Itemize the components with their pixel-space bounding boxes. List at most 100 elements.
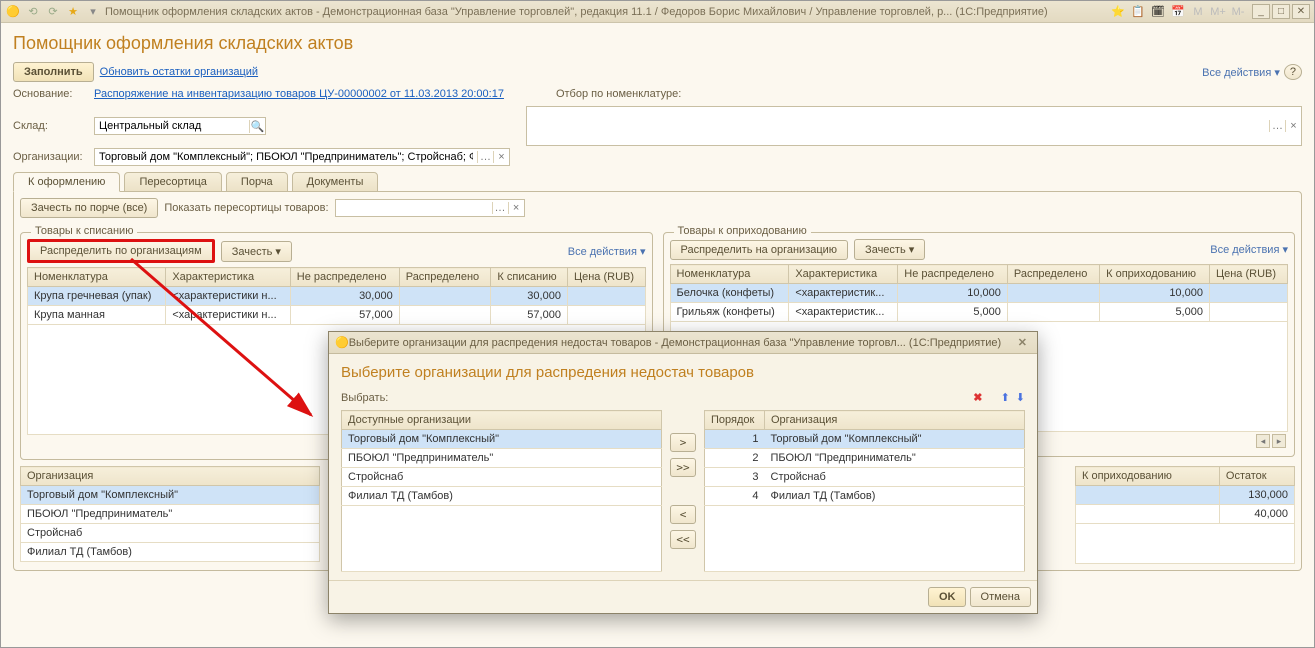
choose-label: Выбрать: (341, 392, 388, 404)
table-row[interactable]: Крупа гречневая (упак)<характеристики н.… (28, 287, 646, 306)
org-picker-dialog: 🟡 Выберите организации для распредения н… (328, 331, 1038, 614)
table-row[interactable]: Грильяж (конфеты)<характеристик...5,0005… (670, 303, 1288, 322)
tab-to-process[interactable]: К оформлению (13, 172, 120, 192)
logo-icon: 🟡 (5, 4, 21, 20)
table-row[interactable]: Торговый дом "Комплексный" (21, 486, 320, 505)
table-row[interactable]: Крупа манная<характеристики н...57,00057… (28, 306, 646, 325)
orgs-more-icon[interactable]: … (477, 151, 493, 163)
remove-icon[interactable]: ✖ (973, 391, 982, 404)
scroll-left2-icon[interactable]: ◂ (1256, 434, 1270, 448)
balance-h1: К оприходованию (1076, 467, 1220, 486)
nav-fwd-icon[interactable]: ⟳ (45, 4, 61, 20)
resort-filter-input[interactable] (336, 200, 492, 216)
page-title: Помощник оформления складских актов (13, 33, 1302, 54)
scroll-right2-icon[interactable]: ▸ (1272, 434, 1286, 448)
window-titlebar: 🟡 ⟲ ⟳ ★ ▾ Помощник оформления складских … (1, 1, 1314, 23)
table-row[interactable]: Белочка (конфеты)<характеристик...10,000… (670, 284, 1288, 303)
all-actions1[interactable]: Все действия ▾ (568, 245, 646, 258)
orgs-clear-icon[interactable]: × (493, 151, 509, 163)
tab-spoil[interactable]: Порча (226, 172, 288, 192)
cancel-button[interactable]: Отмена (970, 587, 1031, 607)
balance-grid[interactable]: К оприходованию Остаток 130,00040,000 (1075, 466, 1295, 564)
resort-clear-icon[interactable]: × (508, 202, 524, 214)
tab-docs[interactable]: Документы (292, 172, 379, 192)
all-actions2[interactable]: Все действия ▾ (1210, 243, 1288, 256)
dialog-close-icon[interactable]: ✕ (1014, 336, 1031, 349)
writeoff-legend: Товары к списанию (31, 225, 137, 237)
basis-label: Основание: (13, 88, 88, 100)
table-row[interactable]: 130,000 (1076, 486, 1295, 505)
col-header: Распределено (1007, 265, 1099, 284)
org-grid[interactable]: Организация Торговый дом "Комплексный"ПБ… (20, 466, 320, 562)
zachest2-button[interactable]: Зачесть ▾ (854, 239, 925, 260)
warehouse-field[interactable] (95, 118, 249, 134)
col-header: Цена (RUB) (1209, 265, 1287, 284)
filter-label: Отбор по номенклатуре: (556, 88, 681, 100)
m1-icon[interactable]: M (1190, 4, 1206, 20)
available-header: Доступные организации (342, 411, 662, 430)
selected-grid[interactable]: Порядок Организация 1Торговый дом "Компл… (704, 410, 1025, 572)
table-row[interactable]: 40,000 (1076, 505, 1295, 524)
table-row[interactable]: Филиал ТД (Тамбов) (21, 543, 320, 562)
org-header: Организация (21, 467, 320, 486)
move-down-icon[interactable]: ⬇ (1016, 391, 1025, 404)
list-item[interactable]: 1Торговый дом "Комплексный" (705, 430, 1025, 449)
col-header: Не распределено (290, 268, 399, 287)
drop-icon[interactable]: ▾ (85, 4, 101, 20)
list-item[interactable]: Филиал ТД (Тамбов) (342, 487, 662, 506)
min-button[interactable]: _ (1252, 4, 1270, 19)
help-button[interactable]: ? (1284, 64, 1302, 80)
ok-button[interactable]: OK (928, 587, 967, 607)
dialog-logo-icon: 🟡 (335, 336, 349, 349)
move-allright-button[interactable]: >> (670, 458, 696, 477)
dialog-titlebar: Выберите организации для распредения нед… (349, 337, 1014, 349)
tool2-icon[interactable]: 🗓 (1150, 4, 1166, 20)
m3-icon[interactable]: M- (1230, 4, 1246, 20)
table-row[interactable]: ПБОЮЛ "Предприниматель" (21, 505, 320, 524)
move-right-button[interactable]: > (670, 433, 696, 452)
list-item[interactable]: 3Стройснаб (705, 468, 1025, 487)
max-button[interactable]: □ (1272, 4, 1290, 19)
fav-icon[interactable]: ⭐ (1110, 4, 1126, 20)
filter-textarea[interactable] (527, 114, 1269, 138)
move-up-icon[interactable]: ⬆ (1001, 391, 1010, 404)
tab-strip: К оформлению Пересортица Порча Документы (13, 172, 1302, 191)
table-row[interactable]: Стройснаб (21, 524, 320, 543)
basis-link[interactable]: Распоряжение на инвентаризацию товаров Ц… (94, 88, 504, 100)
col-header: Характеристика (789, 265, 898, 284)
distribute-org-button[interactable]: Распределить на организацию (670, 240, 849, 260)
nav-back-icon[interactable]: ⟲ (25, 4, 41, 20)
list-item[interactable]: ПБОЮЛ "Предприниматель" (342, 449, 662, 468)
m2-icon[interactable]: M+ (1210, 4, 1226, 20)
close-button[interactable]: ✕ (1292, 4, 1310, 19)
orgs-field[interactable] (95, 149, 477, 165)
list-item[interactable]: 2ПБОЮЛ "Предприниматель" (705, 449, 1025, 468)
move-left-button[interactable]: < (670, 505, 696, 524)
list-item[interactable]: Стройснаб (342, 468, 662, 487)
refresh-link[interactable]: Обновить остатки организаций (100, 66, 258, 78)
fill-button[interactable]: Заполнить (13, 62, 94, 82)
tool1-icon[interactable]: 📋 (1130, 4, 1146, 20)
list-item[interactable]: Торговый дом "Комплексный" (342, 430, 662, 449)
all-actions-link[interactable]: Все действия ▾ (1202, 66, 1280, 79)
move-allleft-button[interactable]: << (670, 530, 696, 549)
star-icon[interactable]: ★ (65, 4, 81, 20)
warehouse-label: Склад: (13, 120, 88, 132)
order-header: Порядок (705, 411, 765, 430)
col-header: Не распределено (898, 265, 1008, 284)
col-header: К списанию (491, 268, 568, 287)
tab-resort[interactable]: Пересортица (124, 172, 221, 192)
col-header: Распределено (399, 268, 491, 287)
zachest1-button[interactable]: Зачесть ▾ (221, 241, 292, 262)
tool3-icon[interactable]: 📅 (1170, 4, 1186, 20)
zachest-porche-button[interactable]: Зачесть по порче (все) (20, 198, 158, 218)
filter-clear-icon[interactable]: × (1285, 120, 1301, 132)
filter-more-icon[interactable]: … (1269, 120, 1285, 132)
warehouse-lookup-icon[interactable]: 🔍 (249, 120, 265, 133)
list-item[interactable]: 4Филиал ТД (Тамбов) (705, 487, 1025, 506)
distribute-orgs-button[interactable]: Распределить по организациям (27, 239, 215, 263)
available-grid[interactable]: Доступные организации Торговый дом "Комп… (341, 410, 662, 572)
receipt-legend: Товары к оприходованию (674, 225, 811, 237)
dialog-title: Выберите организации для распредения нед… (341, 364, 1025, 381)
resort-more-icon[interactable]: … (492, 202, 508, 214)
